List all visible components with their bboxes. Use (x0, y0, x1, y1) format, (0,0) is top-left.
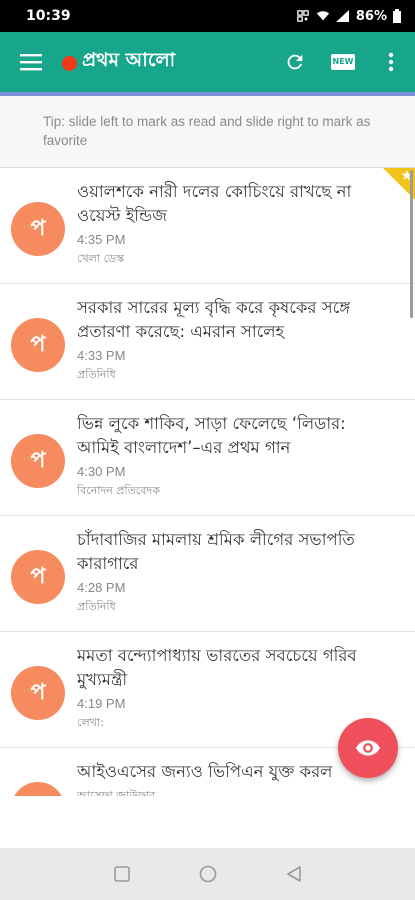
news-headline: ভিন্ন লুকে শাকিব, সাড়া ফেলেছে ‘লিডার: আ… (77, 414, 346, 457)
news-body: মমতা বন্দ্যোপাধ্যায় ভারতের সবচেয়ে গরিব… (77, 644, 377, 733)
news-item[interactable]: প সরকার সারের মূল্য বৃদ্ধি করে কৃষকের সঙ… (0, 284, 415, 400)
home-button[interactable] (196, 862, 220, 886)
system-nav-bar (0, 848, 415, 900)
tip-banner: Tip: slide left to mark as read and slid… (0, 96, 415, 168)
back-icon (286, 866, 301, 882)
news-body: ভিন্ন লুকে শাকিব, সাড়া ফেলেছে ‘লিডার: আ… (77, 412, 377, 501)
news-author: খেলা ডেস্ক (77, 252, 125, 265)
news-item[interactable]: প ভিন্ন লুকে শাকিব, সাড়া ফেলেছে ‘লিডার:… (0, 400, 415, 516)
news-author: আসেফা জাউফার (77, 789, 156, 796)
news-author: প্রতিনিধি (77, 600, 116, 613)
qr-icon (297, 10, 309, 22)
news-author: লেখা: (77, 716, 104, 729)
tip-text: Tip: slide left to mark as read and slid… (43, 114, 371, 148)
app-bar: প্রথম আলো NEW (0, 32, 415, 92)
news-author: প্রতিনিধি (77, 368, 116, 381)
news-body: আইওএসের জন্যও ভিপিএন যুক্ত করল আসেফা জাউ… (77, 760, 377, 796)
news-list[interactable]: প ওয়ালশকে নারী দলের কোচিংয়ে রাখছে না ও… (0, 168, 415, 796)
news-headline: আইওএসের জন্যও ভিপিএন যুক্ত করল (77, 762, 333, 781)
mark-read-fab[interactable] (338, 718, 398, 778)
news-item[interactable]: প চাঁদাবাজির মামলায় শ্রমিক লীগের সভাপতি… (0, 516, 415, 632)
refresh-icon (287, 54, 303, 70)
news-body: চাঁদাবাজির মামলায় শ্রমিক লীগের সভাপতি ক… (77, 528, 377, 617)
source-avatar: প (11, 782, 65, 796)
menu-button[interactable] (0, 32, 62, 92)
news-headline: ওয়ালশকে নারী দলের কোচিংয়ে রাখছে না ওয়… (77, 182, 352, 225)
news-time: 4:19 PM (77, 696, 126, 711)
app-actions: NEW (271, 32, 415, 92)
more-vert-icon (388, 52, 394, 72)
status-icons: 86% (296, 9, 401, 24)
status-time: 10:39 (26, 8, 71, 24)
refresh-button[interactable] (271, 32, 319, 92)
home-icon (199, 865, 216, 883)
source-avatar: প (11, 318, 65, 372)
eye-icon (356, 740, 380, 756)
recents-icon (113, 866, 130, 882)
news-headline: চাঁদাবাজির মামলায় শ্রমিক লীগের সভাপতি ক… (77, 530, 355, 573)
new-icon: NEW (330, 54, 356, 70)
logo-text: প্রথম আলো (82, 49, 176, 71)
source-avatar: প (11, 202, 65, 256)
news-body: সরকার সারের মূল্য বৃদ্ধি করে কৃষকের সঙ্গ… (77, 296, 377, 385)
news-time: 4:33 PM (77, 348, 126, 363)
status-bar: 10:39 86% (0, 0, 415, 32)
news-body: ওয়ালশকে নারী দলের কোচিংয়ে রাখছে না ওয়… (77, 180, 377, 269)
app-logo: প্রথম আলো (62, 46, 175, 78)
source-avatar: প (11, 550, 65, 604)
recents-button[interactable] (110, 862, 134, 886)
source-avatar: প (11, 666, 65, 720)
news-time: 4:28 PM (77, 580, 126, 595)
news-time: 4:35 PM (77, 232, 126, 247)
news-time: 4:30 PM (77, 464, 126, 479)
news-headline: মমতা বন্দ্যোপাধ্যায় ভারতের সবচেয়ে গরিব… (77, 646, 357, 689)
battery-percent: 86% (355, 8, 387, 24)
wifi-icon (316, 11, 329, 21)
scrollbar-thumb[interactable] (410, 170, 413, 318)
battery-icon (393, 9, 401, 23)
news-item[interactable]: প ওয়ালশকে নারী দলের কোচিংয়ে রাখছে না ও… (0, 168, 415, 284)
menu-icon (20, 54, 42, 71)
news-headline: সরকার সারের মূল্য বৃদ্ধি করে কৃষকের সঙ্গ… (77, 298, 351, 341)
news-author: বিনোদন প্রতিবেদক (77, 484, 160, 497)
logo-dot (62, 56, 77, 71)
new-button[interactable]: NEW (319, 32, 367, 92)
more-options-button[interactable] (367, 32, 415, 92)
back-button[interactable] (282, 862, 306, 886)
source-avatar: প (11, 434, 65, 488)
signal-icon (335, 10, 349, 22)
